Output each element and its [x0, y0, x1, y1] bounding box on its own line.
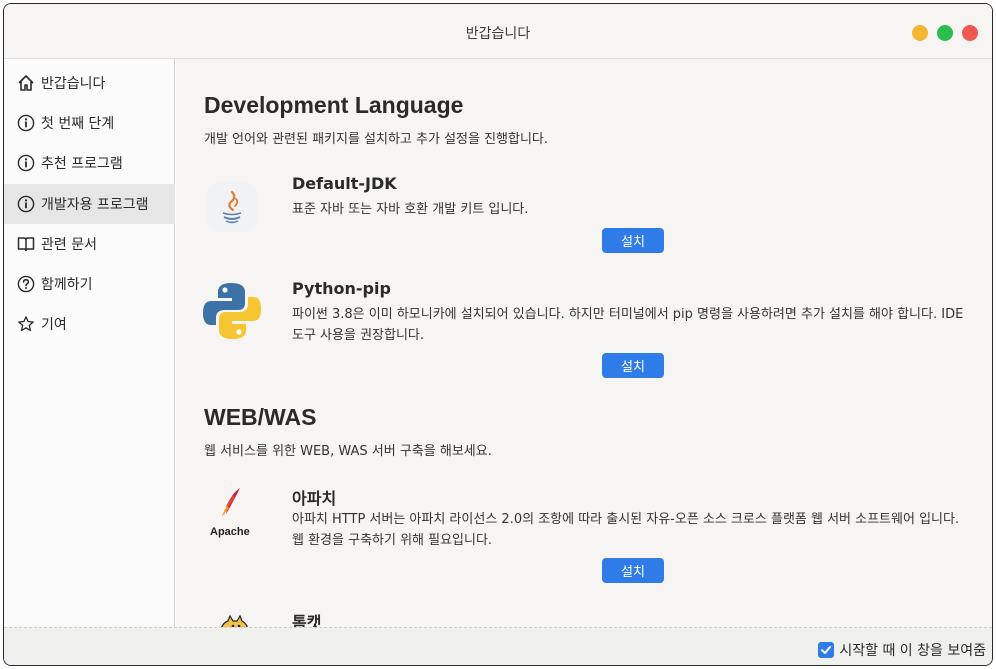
info-circle-icon	[16, 114, 35, 133]
package-name: 아파치	[292, 489, 337, 508]
package-description: 표준 자바 또는 자바 호환 개발 키트 입니다.	[292, 202, 529, 217]
book-icon	[16, 235, 35, 254]
package-name: 톰캣	[292, 613, 322, 627]
sidebar-item-contribute[interactable]: 기여	[4, 304, 175, 344]
home-icon	[16, 74, 35, 93]
sidebar-item-developer[interactable]: 개발자용 프로그램	[4, 184, 175, 224]
package-description: 파이썬 3.8은 이미 하모니카에 설치되어 있습니다. 하지만 터미널에서 p…	[292, 307, 964, 343]
maximize-button[interactable]	[937, 25, 953, 41]
section-description: 개발 언어와 관련된 패키지를 설치하고 추가 설정을 진행합니다.	[204, 132, 549, 147]
sidebar: 반갑습니다 첫 번째 단계 추천 프로그램 개발자용 프로그램 관련 문서 함께…	[4, 59, 175, 627]
question-circle-icon	[16, 275, 35, 294]
sidebar-item-label: 관련 문서	[41, 237, 97, 253]
java-icon	[202, 177, 262, 237]
sidebar-item-label: 첫 번째 단계	[41, 116, 115, 132]
main-content[interactable]: Development Language 개발 언어와 관련된 패키지를 설치하…	[176, 59, 992, 627]
show-on-startup-checkbox[interactable]: 시작할 때 이 창을 보여줌	[818, 640, 986, 660]
install-default-jdk-button[interactable]: 설치	[602, 228, 664, 253]
star-icon	[16, 315, 35, 334]
sidebar-item-label: 기여	[41, 317, 67, 333]
sidebar-item-label: 개발자용 프로그램	[41, 197, 149, 213]
sidebar-item-label: 함께하기	[41, 277, 93, 293]
window-controls	[912, 25, 978, 41]
package-name: Python-pip	[292, 279, 391, 298]
show-on-startup-label: 시작할 때 이 창을 보여줌	[839, 643, 986, 659]
install-python-pip-button[interactable]: 설치	[602, 353, 664, 378]
package-name: Default-JDK	[292, 174, 397, 193]
sidebar-item-documents[interactable]: 관련 문서	[4, 224, 175, 264]
footer: 시작할 때 이 창을 보여줌	[4, 627, 992, 665]
title-bar[interactable]: 반갑습니다	[4, 4, 992, 59]
checkbox-checked-icon[interactable]	[818, 642, 835, 658]
section-title: Development Language	[204, 92, 464, 118]
sidebar-item-label: 추천 프로그램	[41, 156, 123, 172]
info-circle-icon	[16, 154, 35, 173]
welcome-window: 반갑습니다 반갑습니다 첫 번째 단계 추천 프로그램 개발자용 프로그램 관련…	[3, 3, 993, 666]
sidebar-item-welcome[interactable]: 반갑습니다	[4, 63, 175, 103]
sidebar-item-together[interactable]: 함께하기	[4, 264, 175, 304]
sidebar-item-recommended[interactable]: 추천 프로그램	[4, 143, 175, 183]
package-description: 아파치 HTTP 서버는 아파치 라이선스 2.0의 조항에 따라 출시된 자유…	[292, 512, 960, 548]
info-circle-icon	[16, 195, 35, 214]
apache-logo-text: Apache	[210, 526, 250, 538]
tomcat-icon	[202, 612, 262, 627]
python-icon	[202, 281, 262, 341]
sidebar-item-label: 반갑습니다	[41, 76, 106, 92]
window-title: 반갑습니다	[465, 26, 531, 42]
section-description: 웹 서비스를 위한 WEB, WAS 서버 구축을 해보세요.	[204, 444, 492, 459]
section-title: WEB/WAS	[204, 404, 317, 430]
close-button[interactable]	[962, 25, 978, 41]
sidebar-item-first-steps[interactable]: 첫 번째 단계	[4, 103, 175, 143]
install-apache-button[interactable]: 설치	[602, 558, 664, 583]
apache-icon: Apache	[202, 484, 262, 544]
minimize-button[interactable]	[912, 25, 928, 41]
